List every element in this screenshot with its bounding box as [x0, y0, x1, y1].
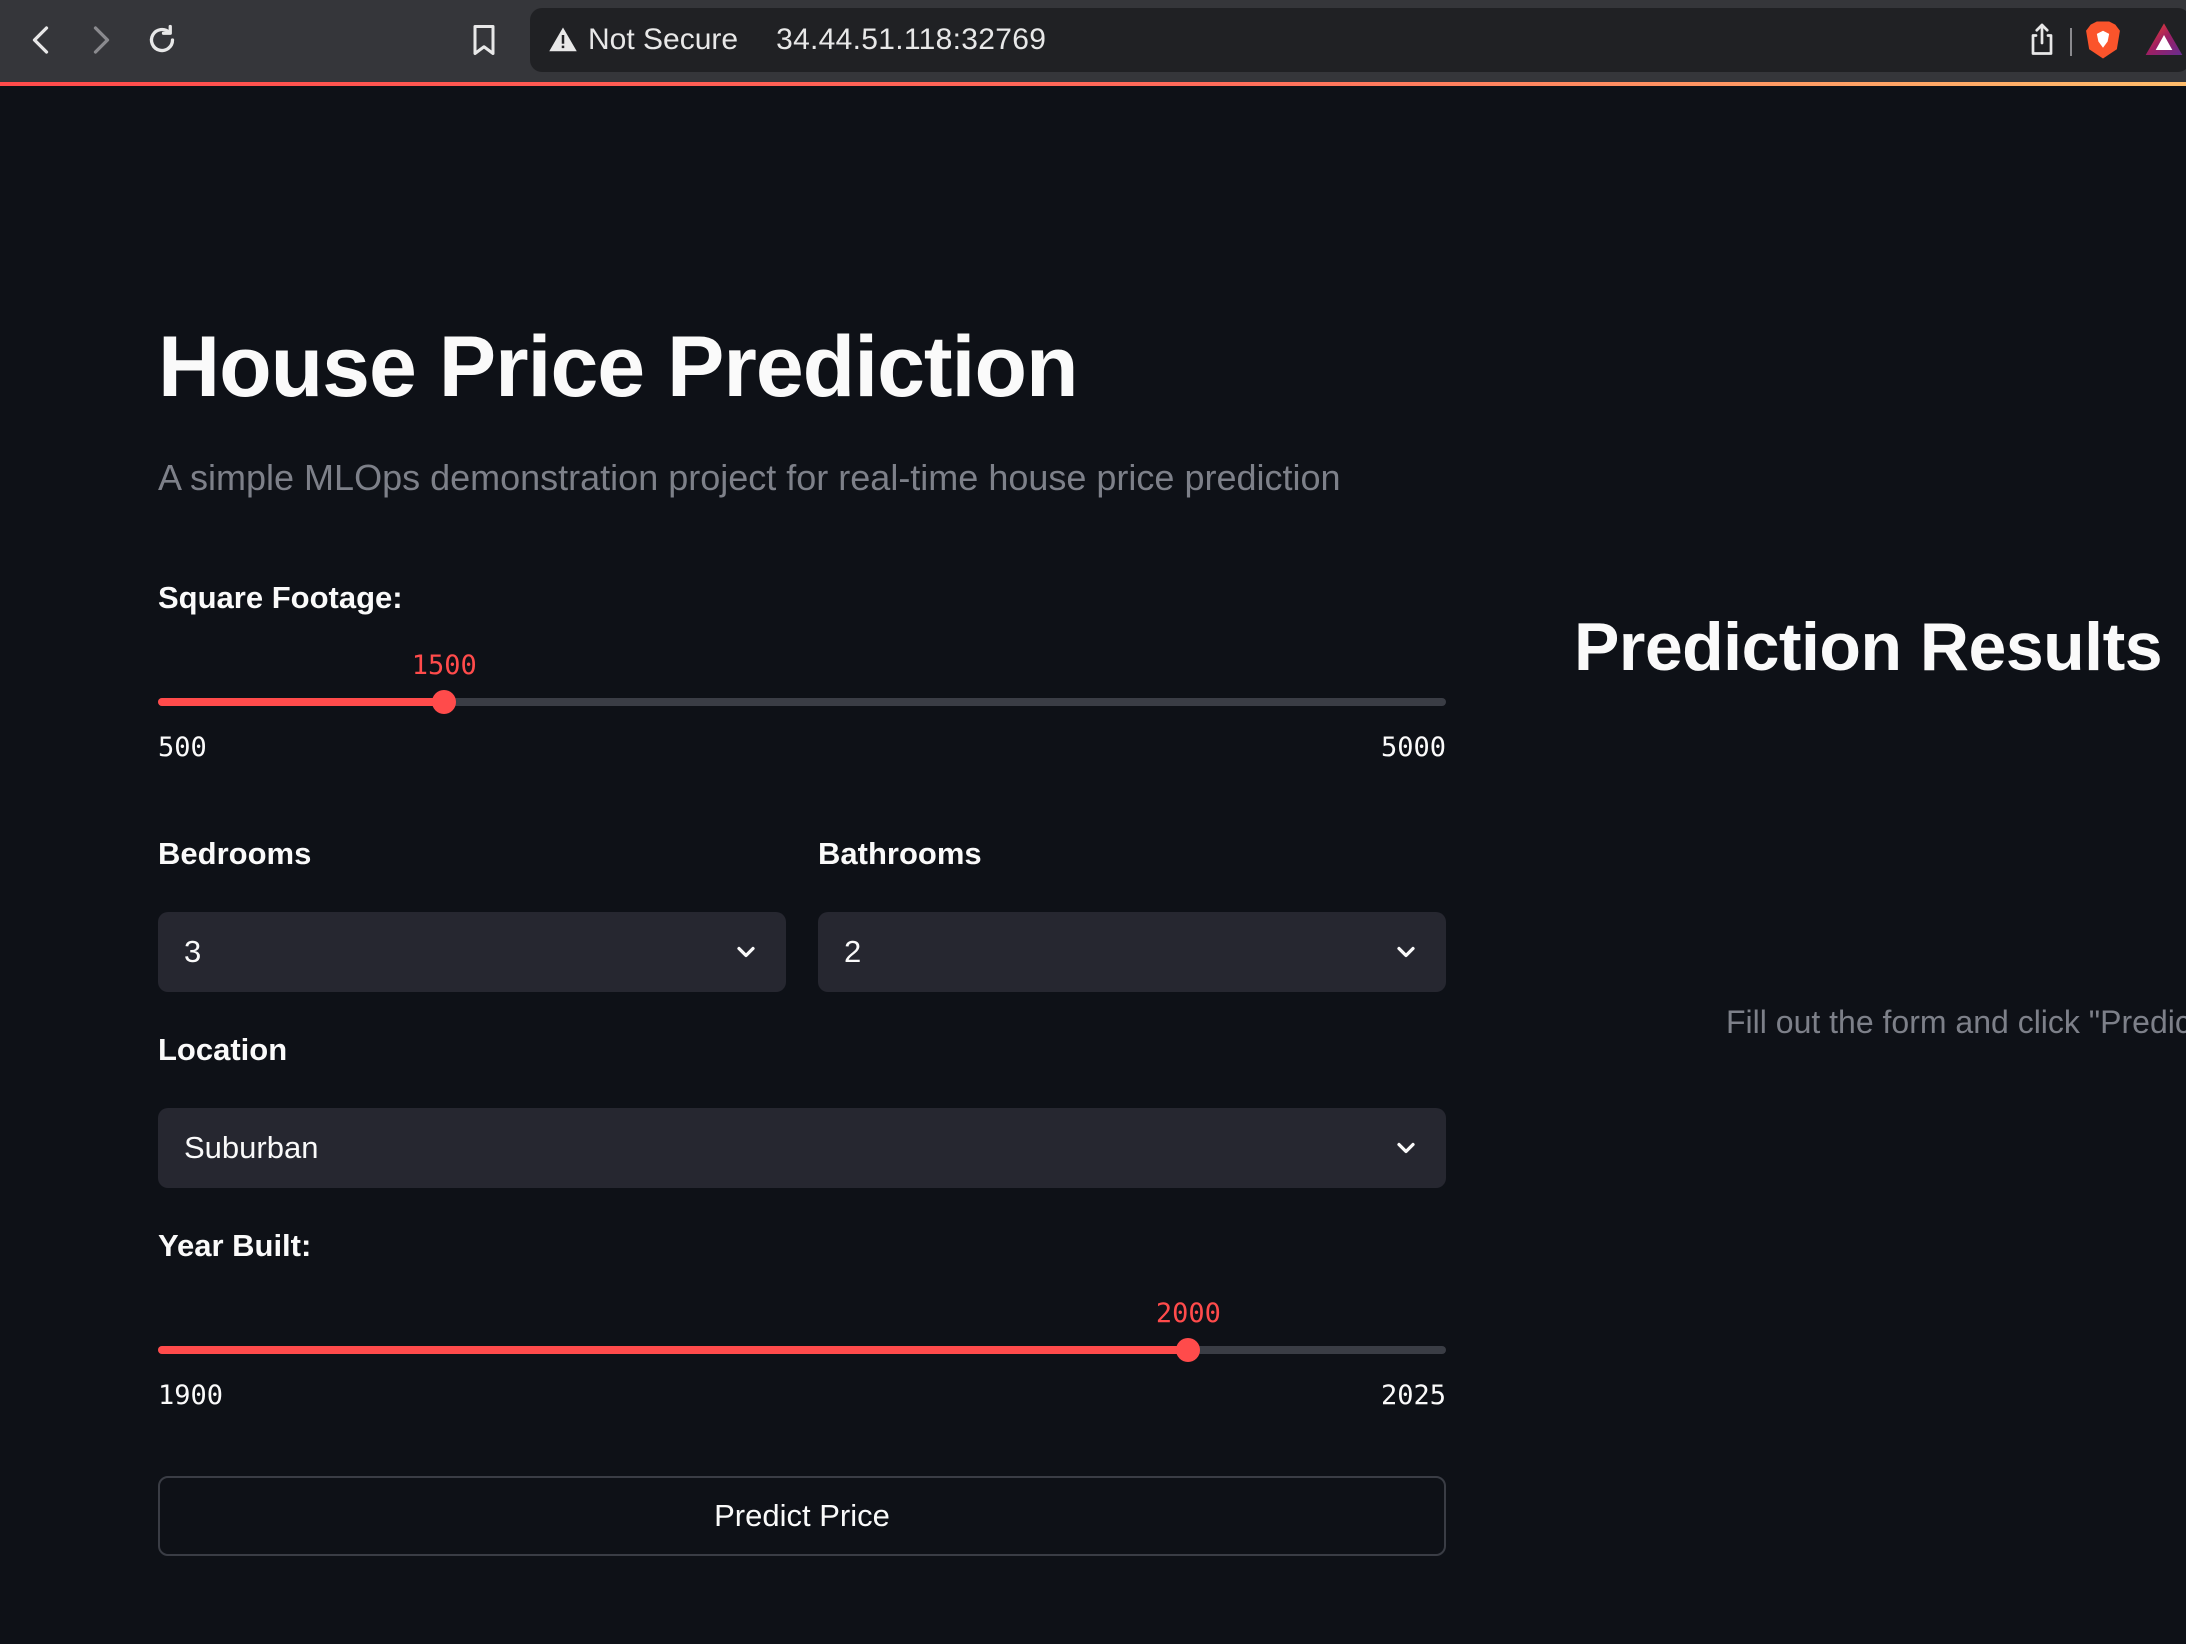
chevron-right-icon: [93, 26, 110, 54]
toolbar-divider: [2070, 28, 2072, 56]
page-accent-line: [0, 82, 2186, 86]
slider-value: 2000: [1155, 1298, 1221, 1329]
bedrooms-value: 3: [184, 934, 202, 969]
back-button[interactable]: [16, 14, 68, 66]
slider-fill: [158, 1346, 1189, 1354]
results-hint: Fill out the form and click "Predict: [1726, 1004, 2186, 1040]
forward-button[interactable]: [74, 14, 126, 66]
square-footage-slider[interactable]: 1500 500 5000: [158, 646, 1446, 766]
security-status[interactable]: Not Secure: [588, 23, 738, 57]
chevron-down-icon: [1397, 1142, 1415, 1154]
bathrooms-label: Bathrooms: [818, 836, 982, 871]
bookmark-icon: [473, 25, 495, 55]
bathrooms-value: 2: [844, 934, 862, 969]
bedrooms-select[interactable]: 3: [158, 912, 786, 992]
page-subtitle: A simple MLOps demonstration project for…: [158, 457, 1341, 498]
year-built-slider[interactable]: 2000 1900 2025: [158, 1294, 1446, 1414]
bedrooms-label: Bedrooms: [158, 836, 312, 871]
address-bar[interactable]: Not Secure 34.44.51.118:32769: [530, 8, 2186, 72]
location-label: Location: [158, 1032, 288, 1067]
slider-min-label: 1900: [158, 1380, 224, 1411]
page-title: House Price Prediction: [158, 319, 1079, 415]
slider-value: 1500: [411, 650, 477, 681]
square-footage-label: Square Footage:: [158, 580, 403, 615]
brave-lion-icon[interactable]: [2084, 20, 2122, 60]
warning-triangle-icon: [548, 25, 578, 55]
chevron-down-icon: [1397, 946, 1415, 958]
bookmark-button[interactable]: [458, 14, 510, 66]
url-text[interactable]: 34.44.51.118:32769: [776, 23, 1046, 57]
slider-fill: [158, 698, 445, 706]
reload-button[interactable]: [136, 14, 188, 66]
bathrooms-select[interactable]: 2: [818, 912, 1446, 992]
location-select[interactable]: Suburban: [158, 1108, 1446, 1188]
slider-min-label: 500: [158, 732, 207, 763]
location-value: Suburban: [184, 1130, 319, 1165]
reload-icon: [149, 24, 175, 53]
slider-thumb[interactable]: [432, 690, 457, 714]
slider-max-label: 2025: [1380, 1380, 1446, 1411]
slider-thumb[interactable]: [1176, 1338, 1201, 1362]
brave-rewards-icon[interactable]: [2144, 20, 2184, 60]
predict-price-button[interactable]: Predict Price: [158, 1476, 1446, 1556]
chevron-left-icon: [32, 26, 49, 54]
chevron-down-icon: [737, 946, 755, 958]
slider-max-label: 5000: [1380, 732, 1446, 763]
year-built-label: Year Built:: [158, 1228, 312, 1263]
share-icon[interactable]: [2024, 22, 2060, 58]
results-title: Prediction Results: [1574, 609, 2163, 685]
browser-toolbar: Not Secure 34.44.51.118:32769: [0, 0, 2186, 82]
